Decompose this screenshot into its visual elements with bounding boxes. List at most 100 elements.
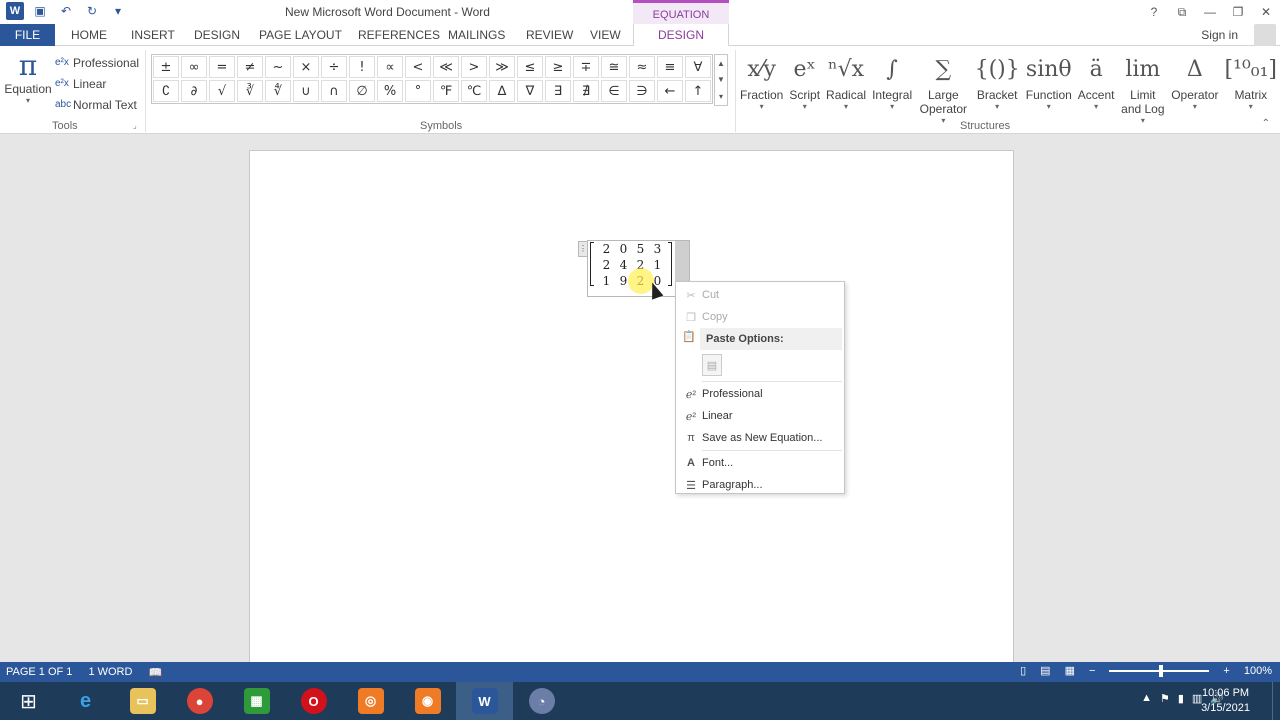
matrix-cell[interactable]: 1 (649, 257, 666, 273)
symbol-button[interactable]: ≪ (432, 55, 460, 79)
minimize-icon[interactable]: — (1196, 0, 1224, 24)
close-icon[interactable]: ✕ (1252, 0, 1280, 24)
undo-icon[interactable]: ↶ (56, 2, 76, 20)
show-desktop-button[interactable] (1272, 682, 1280, 720)
symbol-button[interactable]: ≡ (656, 55, 684, 79)
symbol-button[interactable]: % (376, 79, 404, 103)
tab-file[interactable]: FILE (0, 24, 55, 46)
symbol-button[interactable]: ≅ (600, 55, 628, 79)
taskbar-explorer[interactable]: ▭ (114, 682, 171, 720)
matrix-cell[interactable]: 1 (598, 273, 615, 289)
taskbar-app2[interactable]: ◉ (399, 682, 456, 720)
menu-item-paragraph[interactable]: ☰ Paragraph... (676, 474, 844, 496)
structure-button-limit-and-log[interactable]: lim Limit and Log ▾ (1117, 50, 1168, 126)
taskbar-chrome[interactable]: ● (171, 682, 228, 720)
symbol-button[interactable]: ∜ (264, 79, 292, 103)
more-icon[interactable]: ▾ (719, 92, 723, 101)
taskbar-ie[interactable]: e (57, 682, 114, 720)
taskbar-opera[interactable]: O (285, 682, 342, 720)
symbol-button[interactable]: ∪ (292, 79, 320, 103)
matrix-cell[interactable]: 2 (598, 241, 615, 257)
symbol-button[interactable]: ∛ (236, 79, 264, 103)
symbol-button[interactable]: ∞ (180, 55, 208, 79)
menu-item-professional[interactable]: ℯ² Professional (676, 383, 844, 405)
symbol-button[interactable]: ∩ (320, 79, 348, 103)
zoom-thumb[interactable] (1159, 664, 1164, 677)
proofing-icon[interactable]: 📖 (148, 666, 162, 679)
taskbar-store[interactable]: ▦ (228, 682, 285, 720)
paste-option[interactable]: ▤ (702, 350, 844, 380)
taskbar-app3[interactable]: ◔ (513, 682, 570, 720)
equation-handle-icon[interactable]: ⋮ (578, 241, 588, 257)
structure-button-script[interactable]: eˣ Script ▾ (786, 50, 823, 126)
symbol-button[interactable]: ℃ (460, 79, 488, 103)
zoom-in-icon[interactable]: + (1223, 665, 1229, 677)
menu-item-font[interactable]: A Font... (676, 452, 844, 474)
symbol-button[interactable]: = (208, 55, 236, 79)
print-layout-icon[interactable]: ▤ (1040, 664, 1050, 677)
word-count[interactable]: 1 WORD (88, 666, 132, 679)
linear-button[interactable]: e²x Linear (55, 73, 139, 94)
tab-home[interactable]: HOME (71, 24, 107, 46)
web-layout-icon[interactable]: ▦ (1065, 664, 1075, 677)
menu-item-copy[interactable]: ❐ Copy (676, 306, 844, 328)
symbol-button[interactable]: ≤ (516, 55, 544, 79)
symbol-button[interactable]: ≥ (544, 55, 572, 79)
symbol-button[interactable]: ∁ (152, 79, 180, 103)
tab-mailings[interactable]: MAILINGS (448, 24, 505, 46)
symbol-button[interactable]: ≫ (488, 55, 516, 79)
taskbar-app1[interactable]: ◎ (342, 682, 399, 720)
symbol-button[interactable]: ∄ (572, 79, 600, 103)
structure-button-large-operator[interactable]: ∑ Large Operator ▾ (915, 50, 971, 126)
redo-icon[interactable]: ↻ (82, 2, 102, 20)
clock[interactable]: 10:06 PM 3/15/2021 (1201, 686, 1250, 716)
symbols-scroll[interactable]: ▲ ▼ ▾ (714, 54, 728, 106)
menu-item-cut[interactable]: ✂ Cut (676, 284, 844, 306)
tab-references[interactable]: REFERENCES (358, 24, 440, 46)
symbol-button[interactable]: √ (208, 79, 236, 103)
collapse-ribbon-icon[interactable]: ⌃ (1262, 118, 1270, 129)
taskbar-word[interactable]: W (456, 682, 513, 720)
normal-text-button[interactable]: abc Normal Text (55, 94, 139, 115)
tab-review[interactable]: REVIEW (526, 24, 573, 46)
symbol-button[interactable]: ~ (264, 55, 292, 79)
tray-expand-icon[interactable]: ▲ (1141, 692, 1152, 705)
symbol-button[interactable]: ∇ (516, 79, 544, 103)
equation-button[interactable]: π Equation ▾ (4, 50, 52, 106)
tab-insert[interactable]: INSERT (131, 24, 175, 46)
structure-button-matrix[interactable]: [¹⁰₀₁] Matrix ▾ (1222, 50, 1280, 126)
page-count[interactable]: PAGE 1 OF 1 (6, 666, 72, 679)
battery-icon[interactable]: ▮ (1178, 692, 1184, 705)
tab-equation-design[interactable]: DESIGN (633, 24, 729, 47)
matrix-cell[interactable]: 5 (632, 241, 649, 257)
symbol-button[interactable]: ≠ (236, 55, 264, 79)
structure-button-integral[interactable]: ∫ Integral ▾ (869, 50, 915, 126)
structure-button-accent[interactable]: ä Accent ▾ (1075, 50, 1118, 126)
tab-design[interactable]: DESIGN (194, 24, 240, 46)
structure-button-operator[interactable]: Δ Operator ▾ (1168, 50, 1221, 126)
read-mode-icon[interactable]: ▯ (1020, 664, 1026, 677)
tab-view[interactable]: VIEW (590, 24, 621, 46)
zoom-level[interactable]: 100% (1244, 665, 1272, 677)
structure-button-radical[interactable]: ⁿ√x Radical ▾ (823, 50, 869, 126)
structure-button-bracket[interactable]: {()} Bracket ▾ (972, 50, 1023, 126)
symbol-button[interactable]: ± (152, 55, 180, 79)
restore-icon[interactable]: ❐ (1224, 0, 1252, 24)
menu-item-save-new-equation[interactable]: π Save as New Equation... (676, 427, 844, 449)
start-button[interactable]: ⊞ (0, 682, 57, 720)
symbol-button[interactable]: ↑ (684, 79, 712, 103)
zoom-out-icon[interactable]: − (1089, 665, 1095, 677)
matrix-cell[interactable]: 4 (615, 257, 632, 273)
professional-button[interactable]: e²x Professional (55, 52, 139, 73)
ribbon-display-icon[interactable]: ⧉ (1168, 0, 1196, 24)
matrix-cell[interactable]: 3 (649, 241, 666, 257)
symbol-button[interactable]: ℉ (432, 79, 460, 103)
zoom-slider[interactable] (1109, 664, 1210, 677)
avatar[interactable] (1254, 24, 1276, 46)
matrix-cell[interactable]: 0 (615, 241, 632, 257)
paste-keep-text-icon[interactable]: ▤ (702, 354, 722, 376)
scroll-up-icon[interactable]: ▲ (717, 59, 725, 68)
symbol-button[interactable]: ∅ (348, 79, 376, 103)
tab-page-layout[interactable]: PAGE LAYOUT (259, 24, 342, 46)
structure-button-function[interactable]: sinθ Function ▾ (1023, 50, 1075, 126)
